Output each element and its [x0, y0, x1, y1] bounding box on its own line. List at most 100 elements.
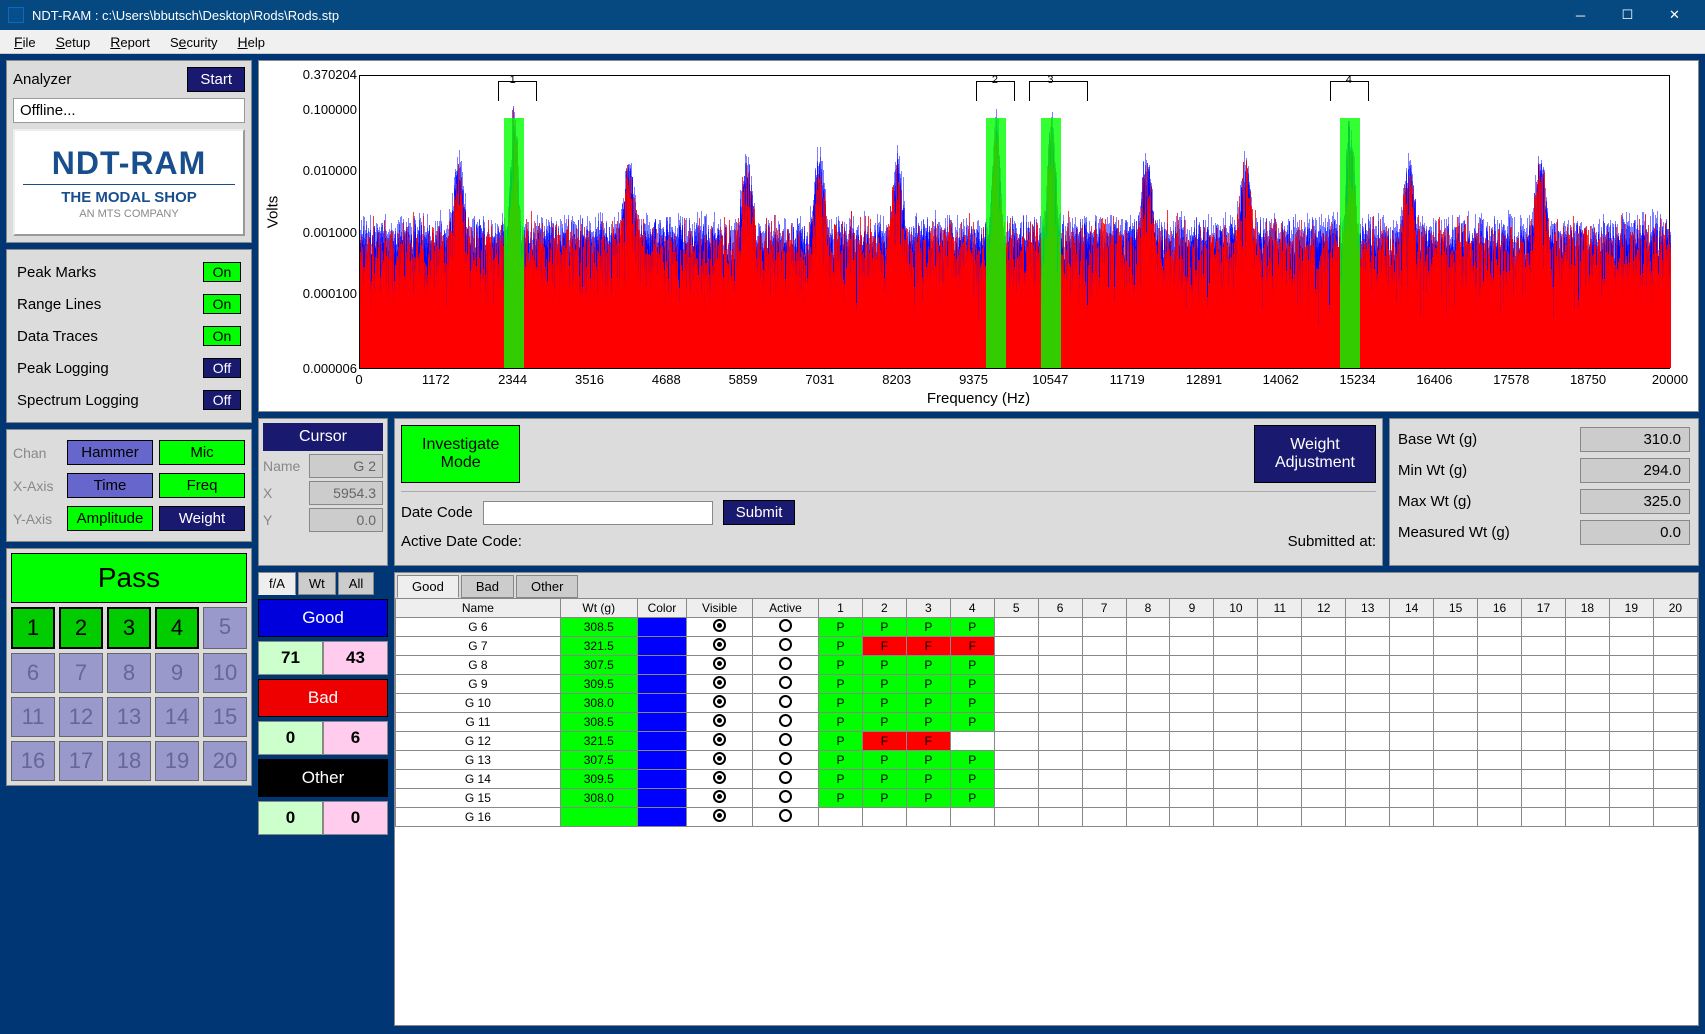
col-header[interactable]: 11 [1258, 599, 1302, 618]
chan-hammer-button[interactable]: Hammer [67, 440, 153, 465]
visible-radio[interactable] [713, 714, 726, 727]
table-row[interactable]: G 9309.5PPPP [396, 675, 1698, 694]
col-header[interactable]: 16 [1478, 599, 1522, 618]
channel-2[interactable]: 2 [59, 607, 103, 649]
col-header[interactable]: 15 [1434, 599, 1478, 618]
data-table[interactable]: NameWt (g)ColorVisibleActive123456789101… [395, 598, 1698, 827]
table-row[interactable]: G 10308.0PPPP [396, 694, 1698, 713]
menu-security[interactable]: Security [160, 32, 228, 52]
channel-7[interactable]: 7 [59, 653, 103, 693]
col-header[interactable]: 7 [1082, 599, 1126, 618]
col-header[interactable]: 9 [1170, 599, 1214, 618]
channel-13[interactable]: 13 [107, 697, 151, 737]
other-button[interactable]: Other [258, 759, 388, 797]
xaxis-time-button[interactable]: Time [67, 473, 153, 498]
menu-help[interactable]: Help [228, 32, 275, 52]
col-header[interactable]: 14 [1390, 599, 1434, 618]
table-row[interactable]: G 8307.5PPPP [396, 656, 1698, 675]
weight-adjustment-button[interactable]: Weight Adjustment [1254, 425, 1376, 483]
maximize-button[interactable]: ☐ [1605, 1, 1650, 29]
active-radio[interactable] [779, 752, 792, 765]
active-radio[interactable] [779, 714, 792, 727]
table-tab-other[interactable]: Other [516, 575, 579, 598]
active-radio[interactable] [779, 733, 792, 746]
channel-18[interactable]: 18 [107, 741, 151, 781]
active-radio[interactable] [779, 771, 792, 784]
col-header[interactable]: 3 [906, 599, 950, 618]
summary-tab-wt[interactable]: Wt [298, 572, 336, 595]
col-header[interactable]: 18 [1565, 599, 1609, 618]
col-header[interactable]: Visible [687, 599, 753, 618]
col-header[interactable]: 13 [1346, 599, 1390, 618]
channel-10[interactable]: 10 [203, 653, 247, 693]
table-tab-bad[interactable]: Bad [461, 575, 514, 598]
col-header[interactable]: 2 [862, 599, 906, 618]
active-radio[interactable] [779, 790, 792, 803]
submit-button[interactable]: Submit [723, 500, 796, 525]
chart-plot-area[interactable]: 1234 [359, 75, 1670, 369]
channel-20[interactable]: 20 [203, 741, 247, 781]
toggle-peak-marks[interactable]: On [203, 262, 241, 282]
table-row[interactable]: G 7321.5PFFF [396, 637, 1698, 656]
yaxis-weight-button[interactable]: Weight [159, 506, 245, 531]
start-button[interactable]: Start [187, 67, 245, 92]
table-row[interactable]: G 15308.0PPPP [396, 789, 1698, 808]
col-header[interactable]: 19 [1609, 599, 1653, 618]
visible-radio[interactable] [713, 695, 726, 708]
visible-radio[interactable] [713, 619, 726, 632]
active-radio[interactable] [779, 619, 792, 632]
table-tab-good[interactable]: Good [397, 575, 459, 598]
col-header[interactable]: 12 [1302, 599, 1346, 618]
active-radio[interactable] [779, 809, 792, 822]
channel-9[interactable]: 9 [155, 653, 199, 693]
col-header[interactable]: 10 [1214, 599, 1258, 618]
col-header[interactable]: 20 [1653, 599, 1697, 618]
col-header[interactable]: 17 [1521, 599, 1565, 618]
table-row[interactable]: G 16 [396, 808, 1698, 827]
channel-1[interactable]: 1 [11, 607, 55, 649]
active-radio[interactable] [779, 695, 792, 708]
table-row[interactable]: G 12321.5PFF [396, 732, 1698, 751]
channel-5[interactable]: 5 [203, 607, 247, 649]
visible-radio[interactable] [713, 771, 726, 784]
close-button[interactable]: ✕ [1652, 1, 1697, 29]
table-row[interactable]: G 13307.5PPPP [396, 751, 1698, 770]
channel-19[interactable]: 19 [155, 741, 199, 781]
active-radio[interactable] [779, 657, 792, 670]
chan-mic-button[interactable]: Mic [159, 440, 245, 465]
toggle-spectrum-logging[interactable]: Off [203, 390, 241, 410]
visible-radio[interactable] [713, 676, 726, 689]
col-header[interactable]: 8 [1126, 599, 1170, 618]
xaxis-freq-button[interactable]: Freq [159, 473, 245, 498]
visible-radio[interactable] [713, 809, 726, 822]
channel-15[interactable]: 15 [203, 697, 247, 737]
toggle-data-traces[interactable]: On [203, 326, 241, 346]
col-header[interactable]: 6 [1038, 599, 1082, 618]
table-row[interactable]: G 11308.5PPPP [396, 713, 1698, 732]
visible-radio[interactable] [713, 790, 726, 803]
summary-tab-all[interactable]: All [338, 572, 374, 595]
date-code-input[interactable] [483, 501, 713, 525]
table-row[interactable]: G 6308.5PPPP [396, 618, 1698, 637]
col-header[interactable]: Color [637, 599, 686, 618]
visible-radio[interactable] [713, 657, 726, 670]
toggle-peak-logging[interactable]: Off [203, 358, 241, 378]
menu-setup[interactable]: Setup [46, 32, 101, 52]
col-header[interactable]: Name [396, 599, 561, 618]
menu-report[interactable]: Report [100, 32, 160, 52]
yaxis-amplitude-button[interactable]: Amplitude [67, 506, 153, 531]
channel-3[interactable]: 3 [107, 607, 151, 649]
table-row[interactable]: G 14309.5PPPP [396, 770, 1698, 789]
visible-radio[interactable] [713, 733, 726, 746]
col-header[interactable]: 1 [818, 599, 862, 618]
col-header[interactable]: Active [753, 599, 819, 618]
spectrum-chart[interactable]: Volts Frequency (Hz) 1234 0.3702040.1000… [258, 60, 1699, 412]
col-header[interactable]: 5 [994, 599, 1038, 618]
toggle-range-lines[interactable]: On [203, 294, 241, 314]
channel-16[interactable]: 16 [11, 741, 55, 781]
col-header[interactable]: Wt (g) [560, 599, 637, 618]
visible-radio[interactable] [713, 638, 726, 651]
channel-12[interactable]: 12 [59, 697, 103, 737]
channel-11[interactable]: 11 [11, 697, 55, 737]
investigate-mode-button[interactable]: Investigate Mode [401, 425, 520, 483]
